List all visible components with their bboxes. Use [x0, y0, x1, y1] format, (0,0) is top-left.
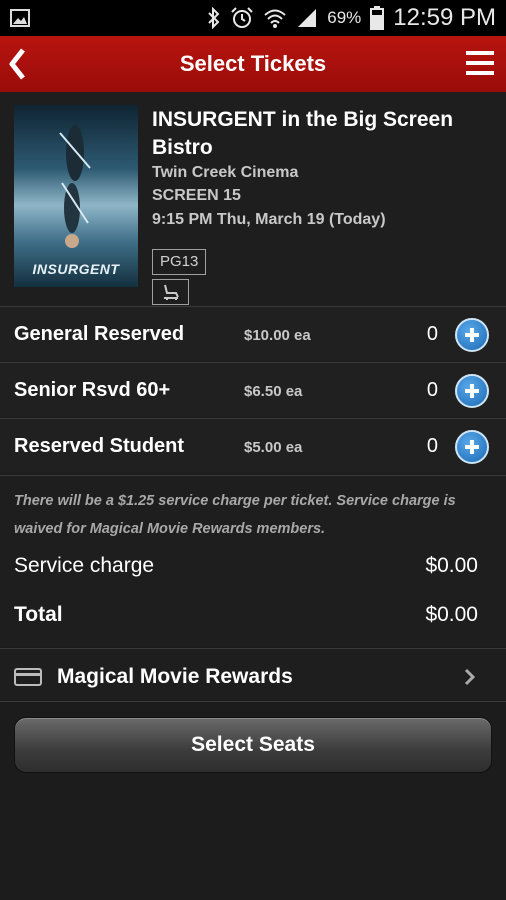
chevron-right-icon: [464, 668, 476, 686]
image-icon: [10, 9, 30, 27]
add-ticket-button[interactable]: [455, 374, 489, 408]
bluetooth-icon: [208, 7, 220, 29]
ticket-row-student: Reserved Student $5.00 ea 0: [0, 418, 506, 473]
movie-title: INSURGENT in the Big Screen Bistro: [152, 108, 454, 159]
ticket-row-general-reserved: General Reserved $10.00 ea 0: [0, 306, 506, 361]
plus-icon: [465, 328, 479, 342]
select-seats-button[interactable]: Select Seats: [14, 717, 492, 773]
movie-poster: INSURGENT: [14, 105, 138, 287]
service-charge-label: Service charge: [14, 554, 155, 577]
recliner-seat-icon: [163, 284, 179, 300]
service-charge-note: There will be a $1.25 service charge per…: [14, 493, 456, 537]
hamburger-menu-icon[interactable]: [466, 50, 494, 76]
rating-badge: PG13: [152, 249, 207, 275]
wifi-icon: [264, 9, 286, 28]
total-label: Total: [14, 603, 63, 626]
ticket-type-name: General Reserved: [14, 323, 185, 345]
alarm-icon: [231, 7, 253, 28]
screen-number: SCREEN 15: [152, 187, 241, 204]
ticket-quantity: 0: [426, 379, 438, 401]
battery-percent: 69%: [327, 8, 362, 27]
clock: 12:59 PM: [393, 4, 496, 31]
chevron-left-icon[interactable]: [6, 46, 28, 82]
ticket-price: $6.50 ea: [244, 383, 303, 400]
ticket-price: $10.00 ea: [244, 327, 311, 344]
status-bar: 69% 12:59 PM: [0, 0, 506, 36]
ticket-quantity: 0: [426, 435, 438, 457]
ticket-price: $5.00 ea: [244, 439, 303, 456]
app-header: Select Tickets: [0, 36, 506, 92]
ticket-type-name: Reserved Student: [14, 435, 185, 457]
ticket-type-name: Senior Rsvd 60+: [14, 379, 171, 401]
page-title: Select Tickets: [179, 51, 327, 76]
theater-name: Twin Creek Cinema: [152, 164, 299, 181]
signal-icon: [298, 9, 317, 27]
ticket-row-senior: Senior Rsvd 60+ $6.50 ea 0: [0, 362, 506, 417]
add-ticket-button[interactable]: [455, 430, 489, 464]
plus-icon: [465, 384, 479, 398]
amenity-badge: [152, 279, 189, 305]
add-ticket-button[interactable]: [455, 318, 489, 352]
rewards-label: Magical Movie Rewards: [57, 665, 293, 688]
total-value: $0.00: [425, 603, 478, 626]
card-icon: [14, 668, 42, 686]
battery-icon: [370, 6, 385, 30]
poster-art: [59, 125, 91, 248]
showtime: 9:15 PM Thu, March 19 (Today): [152, 211, 386, 228]
ticket-quantity: 0: [426, 323, 438, 345]
rewards-row[interactable]: Magical Movie Rewards: [0, 648, 506, 702]
plus-icon: [465, 440, 479, 454]
poster-title: INSURGENT: [32, 261, 120, 277]
service-charge-value: $0.00: [425, 554, 478, 577]
